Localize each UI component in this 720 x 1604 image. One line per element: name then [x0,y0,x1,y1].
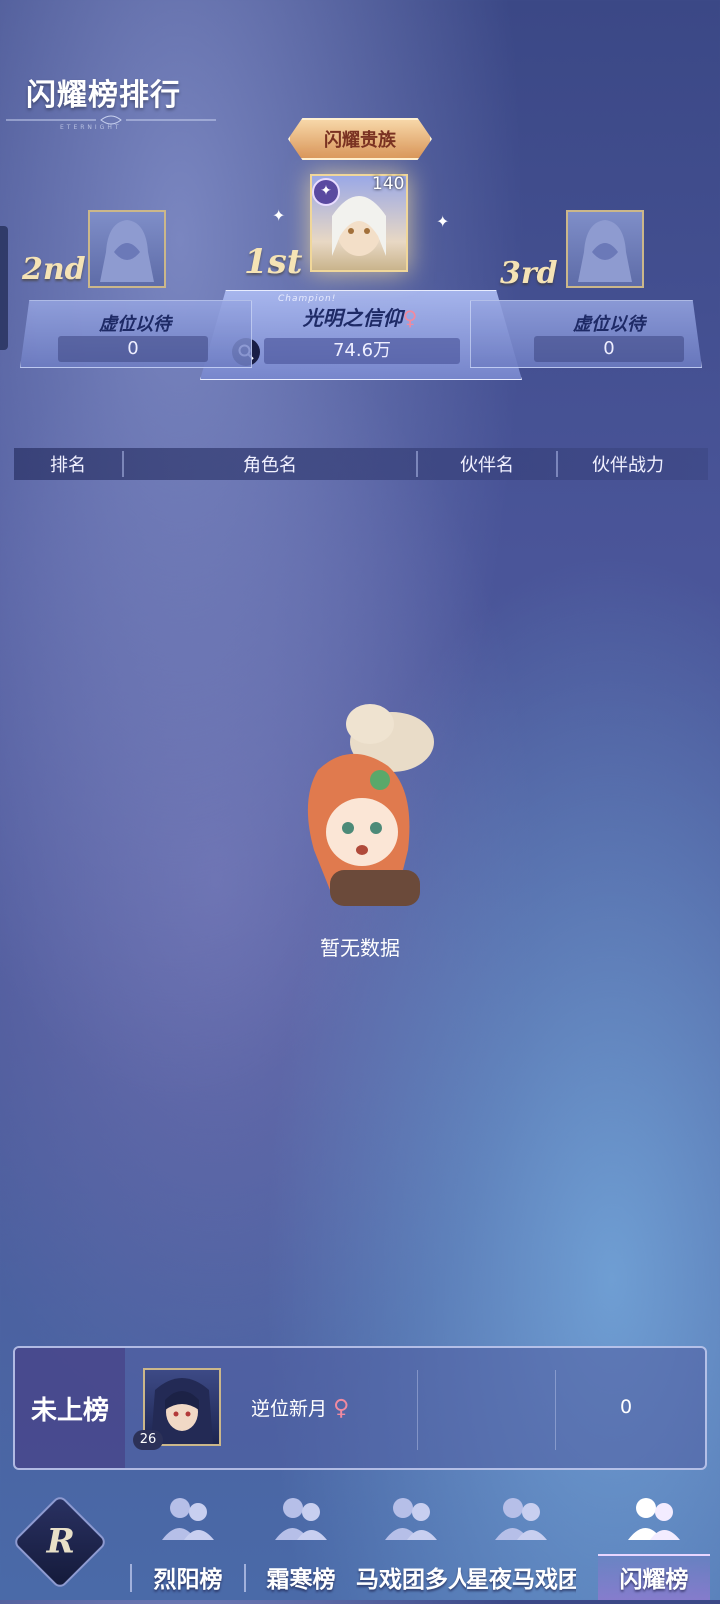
column-header-name: 角色名 [243,455,297,476]
female-icon: ♀ [402,306,418,330]
back-logo-button[interactable]: R [11,1493,109,1591]
bottom-nav: R 烈阳榜 霜寒榜 马戏团多人 星夜马戏团 闪耀榜 [0,1474,720,1600]
people-icon [628,1498,680,1540]
tab-scorching-sun[interactable]: 烈阳榜 [133,1474,243,1600]
column-header-rank: 排名 [50,455,86,476]
page-subtitle: ETERNIGHT [60,124,122,131]
second-place-name: 虚位以待 [99,314,171,335]
tab-label: 马戏团多人 [356,1566,466,1593]
column-header-power: 伙伴战力 [592,455,664,476]
people-icon [162,1498,214,1540]
second-place-value: 0 [58,336,208,362]
people-icon [495,1498,547,1540]
page-title: 闪耀榜排行 [26,78,181,113]
tab-label: 星夜马戏团 [466,1566,576,1593]
third-place-label: 3rd [500,256,558,291]
first-place-element-icon: ✦ [312,178,340,206]
logo-icon: R [46,1521,75,1562]
my-level-badge: 26 [133,1430,163,1450]
tab-divider [244,1564,246,1592]
podium-badge: 闪耀贵族 [288,118,432,160]
first-place-label: 1st [244,242,303,282]
side-handle[interactable] [0,226,8,350]
tab-label: 烈阳榜 [153,1566,223,1593]
first-place-level: 140 [372,174,405,194]
empty-state-text: 暂无数据 [320,936,400,960]
second-place-avatar[interactable] [88,210,166,288]
podium-badge-label: 闪耀贵族 [324,130,396,151]
third-place-value: 0 [534,336,684,362]
female-icon: ♀ [333,1396,350,1421]
hooded-silhouette-icon [578,220,632,282]
sparkle-icon: ✦ [272,206,286,225]
column-divider [417,1370,418,1450]
my-name: 逆位新月 [251,1398,328,1420]
my-rank-bar[interactable]: 未上榜 26 逆位新月 ♀ 0 [13,1346,707,1470]
first-place-name: 光明之信仰 [302,306,403,330]
empty-state-mascot [270,700,460,910]
my-partner-power: 0 [619,1396,633,1418]
tab-frost[interactable]: 霜寒榜 [246,1474,356,1600]
hooded-silhouette-icon [100,220,154,282]
tab-shining[interactable]: 闪耀榜 [598,1474,710,1600]
my-name-row: 逆位新月 ♀ [251,1394,349,1421]
tab-label: 闪耀榜 [619,1566,689,1593]
column-header-partner: 伙伴名 [460,455,514,476]
second-place-label: 2nd [22,252,86,287]
third-place-avatar[interactable] [566,210,644,288]
tab-divider [130,1564,132,1592]
column-divider [555,1370,556,1450]
table-header: 排名 角色名 伙伴名 伙伴战力 [14,448,708,480]
my-rank-label: 未上榜 [15,1348,125,1468]
third-place-name: 虚位以待 [573,314,645,335]
people-icon [275,1498,327,1540]
people-icon [385,1498,437,1540]
tab-label: 霜寒榜 [266,1566,336,1593]
first-place-value: 74.6万 [264,338,460,364]
first-place-name-row: 光明之信仰♀ [250,302,470,331]
sparkle-icon: ✦ [436,212,450,231]
tab-starry-circus[interactable]: 星夜马戏团 [466,1474,576,1600]
tab-circus-multi[interactable]: 马戏团多人 [356,1474,466,1600]
